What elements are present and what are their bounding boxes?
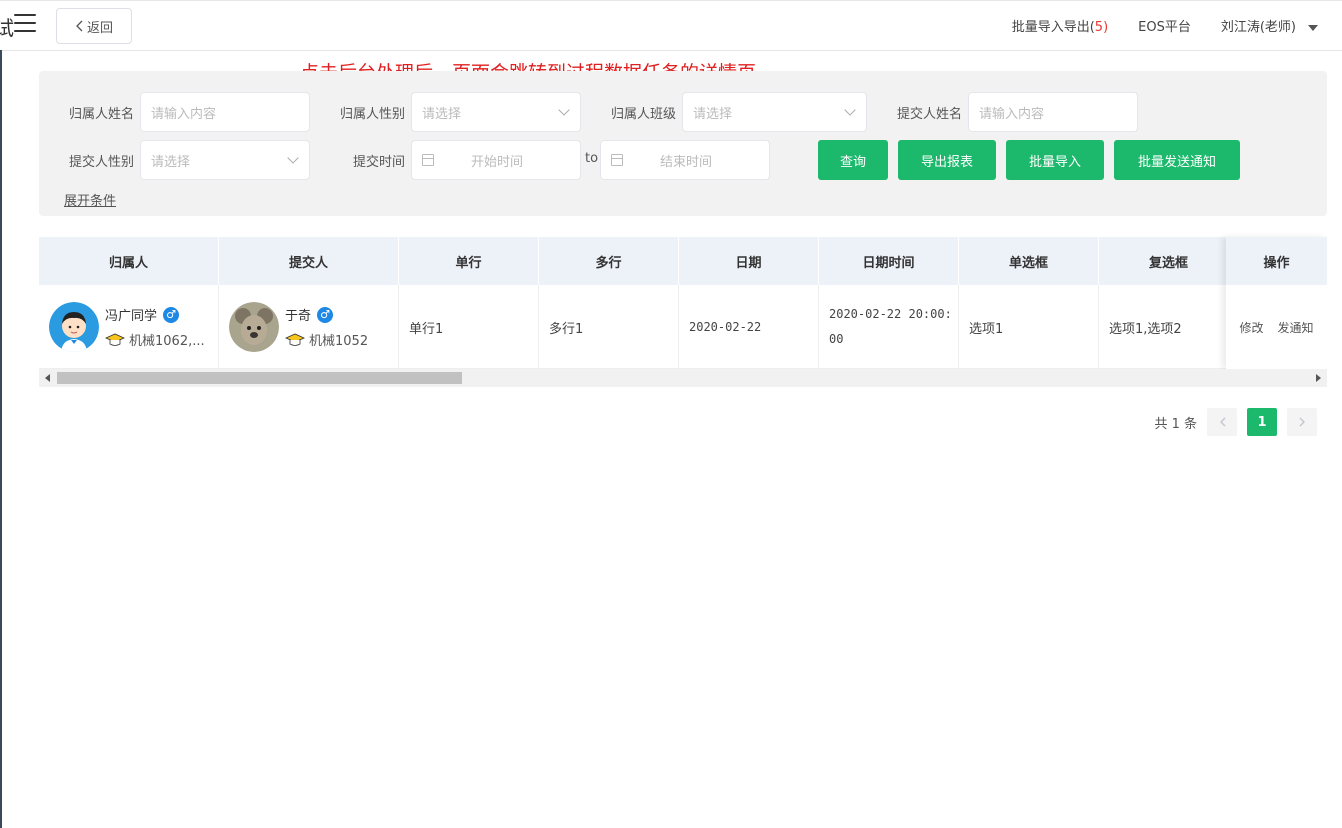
owner-gender-select[interactable]: 请选择 (411, 92, 581, 132)
submitter-name-input[interactable]: 请输入内容 (968, 92, 1138, 132)
calendar-icon (611, 154, 623, 166)
chevron-down-icon (558, 104, 570, 116)
col-radio: 单选框 (959, 237, 1099, 285)
male-icon: ♂ (317, 306, 334, 323)
multi-line-cell: 多行1 (539, 285, 679, 369)
batch-import-export-link[interactable]: 批量导入导出(5) (1012, 16, 1108, 35)
submitter-name: 于奇 (285, 309, 312, 324)
send-notice-link[interactable]: 发通知 (1278, 319, 1314, 336)
col-datetime: 日期时间 (819, 237, 959, 285)
horizontal-scrollbar[interactable] (39, 369, 1327, 387)
table-row: 冯广同学 ♂ 机械1062,... 于奇 ♂ 机械1052 单行1 多行1 2020… (39, 285, 1327, 369)
export-report-button[interactable]: 导出报表 (898, 140, 996, 180)
owner-name-placeholder: 请输入内容 (151, 106, 217, 122)
chevron-left-icon (76, 20, 83, 32)
male-icon: ♂ (163, 306, 180, 323)
batch-notify-button[interactable]: 批量发送通知 (1114, 140, 1240, 180)
col-date: 日期 (679, 237, 819, 285)
user-menu[interactable]: 刘江涛(老师) (1221, 16, 1318, 35)
total-count: 共 1 条 (1154, 416, 1197, 432)
start-time-placeholder: 开始时间 (471, 154, 524, 170)
chevron-down-icon (287, 152, 299, 164)
scroll-left-icon[interactable] (45, 374, 50, 382)
filter-panel: 归属人姓名 请输入内容 归属人性别 请选择 归属人班级 请选择 提交人姓名 请输… (39, 71, 1327, 216)
col-actions: 操作 (1226, 237, 1327, 285)
header-actions: 批量导入导出(5) EOS平台 刘江涛(老师) (1012, 0, 1318, 51)
radio-cell: 选项1 (959, 285, 1099, 369)
actions-cell: 修改 发通知 (1226, 285, 1327, 369)
owner-class-label: 归属人班级 (610, 107, 676, 122)
chevron-right-icon (1299, 417, 1305, 427)
owner-name-label: 归属人姓名 (68, 107, 134, 122)
calendar-icon (422, 154, 434, 166)
owner-gender-placeholder: 请选择 (422, 106, 462, 122)
owner-name: 冯广同学 (105, 309, 158, 324)
submitter-gender-label: 提交人性别 (68, 155, 134, 170)
date-cell: 2020-02-22 (679, 285, 819, 369)
edit-link[interactable]: 修改 (1239, 319, 1263, 336)
sidebar-edge (0, 50, 2, 828)
start-time-input[interactable]: 开始时间 (411, 140, 581, 180)
table-header: 归属人 提交人 单行 多行 日期 日期时间 单选框 复选框 (39, 237, 1327, 285)
owner-class: 机械1062,... (129, 334, 205, 349)
graduation-cap-icon (105, 333, 125, 346)
datetime-cell: 2020-02-22 20:00:00 (819, 285, 959, 369)
next-page-button[interactable] (1287, 408, 1317, 436)
scroll-right-icon[interactable] (1316, 374, 1321, 382)
end-time-placeholder: 结束时间 (660, 154, 713, 170)
owner-class-select[interactable]: 请选择 (682, 92, 867, 132)
data-table: 归属人 提交人 单行 多行 日期 日期时间 单选框 复选框 冯广同学 ♂ 机械10… (39, 237, 1327, 387)
col-single-line: 单行 (399, 237, 539, 285)
scrollbar-thumb[interactable] (57, 372, 462, 384)
submitter-gender-placeholder: 请选择 (151, 154, 191, 170)
col-checkbox: 复选框 (1099, 237, 1239, 285)
app-title-fragment: 试 (0, 16, 14, 40)
submit-time-label: 提交时间 (352, 155, 405, 170)
submitter-gender-select[interactable]: 请选择 (140, 140, 310, 180)
col-submitter: 提交人 (219, 237, 399, 285)
to-label: to (585, 151, 599, 166)
query-button[interactable]: 查询 (818, 140, 888, 180)
col-owner: 归属人 (39, 237, 219, 285)
user-label: 刘江涛(老师) (1220, 20, 1296, 35)
graduation-cap-icon (285, 333, 305, 346)
single-line-cell: 单行1 (399, 285, 539, 369)
end-time-input[interactable]: 结束时间 (600, 140, 770, 180)
submitter-info: 于奇 ♂ 机械1052 (285, 305, 368, 349)
platform-link[interactable]: EOS平台 (1138, 16, 1191, 35)
batch-close: ) (1103, 20, 1109, 35)
submitter-name-placeholder: 请输入内容 (979, 106, 1045, 122)
pagination: 共 1 条 1 (1154, 408, 1317, 436)
submitter-name-label: 提交人姓名 (896, 107, 962, 122)
owner-person: 冯广同学 ♂ 机械1062,... (39, 302, 205, 352)
col-multi-line: 多行 (539, 237, 679, 285)
chevron-down-icon (844, 104, 856, 116)
submitter-person: 于奇 ♂ 机械1052 (219, 302, 368, 352)
checkbox-cell: 选项1,选项2 (1099, 285, 1239, 369)
expand-conditions-link[interactable]: 展开条件 (64, 190, 116, 209)
submitter-class: 机械1052 (309, 334, 369, 349)
avatar (49, 302, 99, 352)
owner-cell: 冯广同学 ♂ 机械1062,... (39, 285, 219, 369)
owner-gender-label: 归属人性别 (339, 107, 405, 122)
avatar (229, 302, 279, 352)
page-button-1[interactable]: 1 (1247, 408, 1277, 436)
owner-class-placeholder: 请选择 (693, 106, 733, 122)
fixed-actions-column: 操作 修改 发通知 (1226, 237, 1327, 369)
batch-import-button[interactable]: 批量导入 (1006, 140, 1104, 180)
batch-count: 5 (1094, 20, 1104, 35)
caret-down-icon (1308, 24, 1318, 31)
prev-page-button[interactable] (1207, 408, 1237, 436)
owner-name-input[interactable]: 请输入内容 (140, 92, 310, 132)
owner-info: 冯广同学 ♂ 机械1062,... (105, 305, 205, 349)
menu-icon[interactable] (14, 14, 36, 34)
chevron-left-icon (1219, 417, 1225, 427)
back-button[interactable]: 返回 (56, 8, 132, 44)
submitter-cell: 于奇 ♂ 机械1052 (219, 285, 399, 369)
batch-label: 批量导入导出( (1011, 20, 1095, 35)
back-label: 返回 (86, 20, 113, 36)
